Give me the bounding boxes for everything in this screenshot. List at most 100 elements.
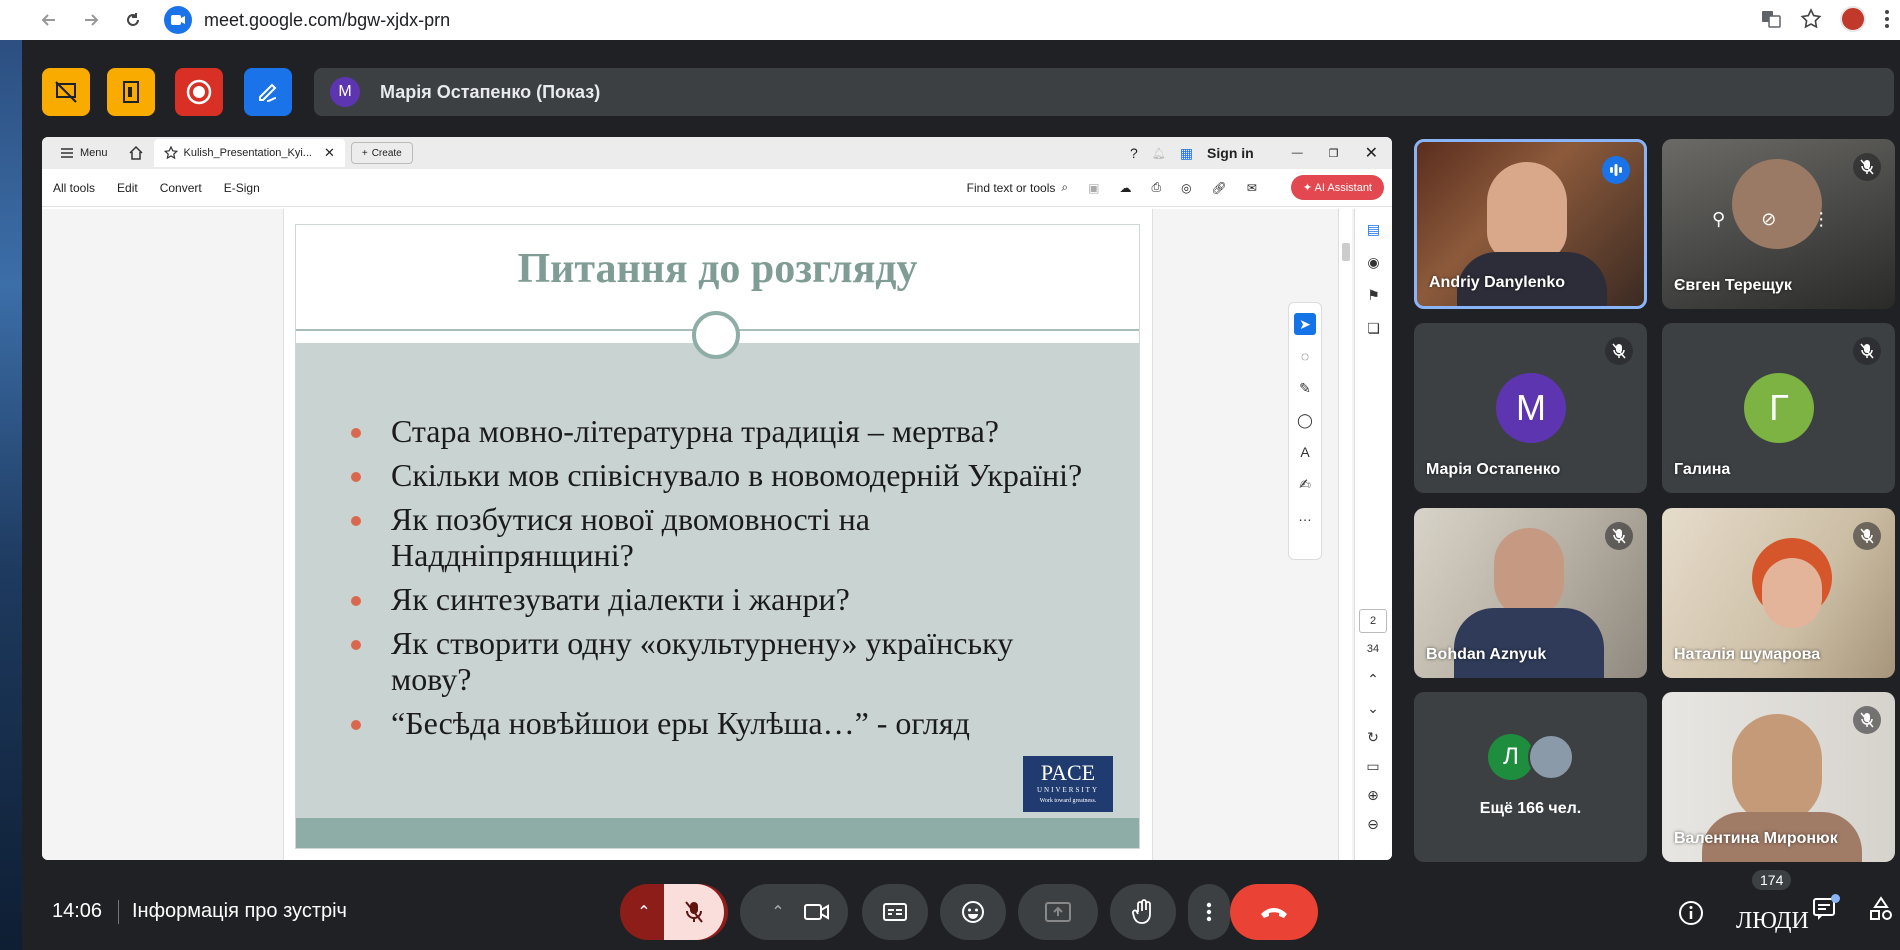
select-cursor-icon[interactable]: ➤: [1294, 313, 1316, 335]
participant-tile-halyna[interactable]: Г Галина: [1662, 323, 1895, 493]
participant-tile-mariia[interactable]: M Марія Остапенко: [1414, 323, 1647, 493]
mic-off-icon: [1612, 343, 1626, 359]
mic-off-icon: [1612, 528, 1626, 544]
divider: [118, 900, 119, 924]
zoom-in-icon[interactable]: ⊕: [1367, 787, 1379, 804]
current-page-field[interactable]: 2: [1359, 609, 1387, 633]
email-icon[interactable]: ✉︎: [1247, 181, 1257, 195]
participant-name: Галина: [1674, 461, 1731, 478]
rotate-icon[interactable]: ↻: [1367, 729, 1379, 746]
participant-tile-bohdan[interactable]: Bohdan Aznyuk: [1414, 508, 1647, 678]
upload-cloud-icon[interactable]: ☁︎: [1119, 181, 1131, 195]
vertical-scrollbar[interactable]: [1338, 209, 1352, 860]
reload-button[interactable]: [118, 5, 148, 35]
toolbar-edit[interactable]: Edit: [117, 181, 138, 195]
stop-presenting-button[interactable]: [42, 68, 90, 116]
document-tab[interactable]: Kulish_Presentation_Kyi... ✕: [153, 139, 345, 167]
home-button[interactable]: [118, 139, 154, 167]
mic-group: ⌃: [620, 884, 728, 940]
sign-pen-icon[interactable]: ✍: [1294, 473, 1316, 495]
page-down-icon[interactable]: ⌄: [1367, 700, 1379, 717]
star-icon[interactable]: [163, 146, 178, 160]
more-tools-icon[interactable]: …: [1294, 505, 1316, 527]
restore-icon[interactable]: ❐: [1329, 147, 1339, 160]
present-screen-button[interactable]: [1018, 884, 1098, 940]
translate-icon[interactable]: [1760, 8, 1782, 30]
forward-button[interactable]: [76, 5, 106, 35]
scrollbar-thumb[interactable]: [1342, 243, 1350, 261]
microphone-toggle[interactable]: [664, 884, 724, 940]
participant-tile-valentyna[interactable]: Валентина Миронюк: [1662, 692, 1895, 862]
edit-pdf-icon[interactable]: ▤: [1367, 221, 1380, 238]
mic-off-icon: [685, 901, 703, 923]
lasso-icon[interactable]: ◯: [1294, 409, 1316, 431]
zoom-out-icon[interactable]: ⊖: [1367, 816, 1379, 833]
participant-tile-andriy[interactable]: Andriy Danylenko: [1414, 139, 1647, 309]
home-icon: [129, 145, 143, 160]
close-window-icon[interactable]: ✕: [1365, 143, 1378, 163]
print-icon[interactable]: ⎙: [1151, 180, 1161, 195]
pages-panel-icon[interactable]: ❏: [1367, 320, 1380, 337]
more-options-icon[interactable]: ⋮: [1812, 209, 1830, 230]
meet-control-bar: 14:06 Інформація про зустріч ⌃ ⌃ 174 ЛЮД…: [22, 870, 1900, 950]
back-button[interactable]: [34, 5, 64, 35]
toolbar-all-tools[interactable]: All tools: [53, 181, 95, 195]
people-button[interactable]: ЛЮДИ: [1736, 908, 1809, 935]
bookmark-star-icon[interactable]: [1800, 8, 1822, 30]
sign-in-link[interactable]: Sign in: [1207, 145, 1254, 161]
mute-participant-icon[interactable]: ⊘: [1761, 209, 1776, 230]
pin-icon[interactable]: ⚲: [1712, 209, 1725, 230]
text-box-icon[interactable]: A: [1294, 441, 1316, 463]
leave-call-button[interactable]: [1230, 884, 1318, 940]
toolbar-convert[interactable]: Convert: [160, 181, 202, 195]
clock: 14:06: [52, 900, 103, 922]
close-tab-icon[interactable]: ✕: [324, 145, 335, 161]
meeting-details-button[interactable]: [1678, 900, 1704, 931]
link-icon[interactable]: 🔗︎: [1212, 181, 1227, 195]
bookmarks-icon[interactable]: ⚑: [1367, 287, 1380, 304]
captions-button[interactable]: [862, 884, 928, 940]
video-options-button[interactable]: ⌃: [758, 902, 798, 922]
address-bar[interactable]: meet.google.com/bgw-xjdx-prn: [160, 3, 1820, 37]
share-people-icon[interactable]: ◎: [1181, 181, 1191, 195]
help-icon[interactable]: ?: [1130, 145, 1138, 161]
participant-tile-nataliia[interactable]: Наталія шумарова: [1662, 508, 1895, 678]
meet-top-bar: M Марія Остапенко (Показ): [22, 40, 1900, 140]
apps-grid-icon[interactable]: ▦: [1180, 145, 1193, 162]
fit-page-icon[interactable]: ▭: [1366, 758, 1379, 775]
toolbar-esign[interactable]: E-Sign: [224, 181, 260, 195]
meeting-info-link[interactable]: Інформація про зустріч: [132, 900, 347, 923]
activities-button[interactable]: [1868, 896, 1894, 927]
participant-name: Bohdan Aznyuk: [1426, 646, 1547, 663]
participant-avatar: M: [1496, 373, 1566, 443]
participant-tile-yevhen[interactable]: ⚲ ⊘ ⋮ Євген Терещук: [1662, 139, 1895, 309]
notification-bell-icon[interactable]: 🔔︎: [1152, 147, 1166, 160]
create-button[interactable]: + Create: [350, 142, 413, 164]
whiteboard-button[interactable]: [244, 68, 292, 116]
comments-panel-icon[interactable]: ◉: [1367, 254, 1379, 271]
more-vertical-icon[interactable]: [1884, 8, 1890, 30]
slide-bullet: “Бесѣда новѣйшои еры Кулѣша…” - огляд: [351, 705, 1099, 741]
slide-title: Питання до розгляду: [517, 246, 918, 292]
total-pages: 34: [1366, 643, 1380, 655]
reactions-button[interactable]: [940, 884, 1006, 940]
audio-options-button[interactable]: ⌃: [624, 902, 664, 922]
more-options-button[interactable]: [1188, 884, 1230, 940]
participant-tile-more[interactable]: Л Ещё 166 чел.: [1414, 692, 1647, 862]
highlight-pen-icon[interactable]: ✎: [1294, 377, 1316, 399]
comment-icon[interactable]: ◌: [1294, 345, 1316, 367]
acrobat-menu-button[interactable]: Menu: [50, 139, 118, 167]
minimize-icon[interactable]: —: [1292, 147, 1303, 159]
save-icon[interactable]: ▣: [1088, 181, 1099, 195]
ai-assistant-button[interactable]: ✦ AI Assistant: [1290, 175, 1384, 200]
raise-hand-button[interactable]: [1110, 884, 1176, 940]
record-button[interactable]: [175, 68, 223, 116]
breakout-rooms-button[interactable]: [107, 68, 155, 116]
find-field[interactable]: Find text or tools ⌕: [967, 180, 1068, 195]
captions-icon: [883, 903, 907, 921]
chat-button[interactable]: [1812, 894, 1840, 927]
page-up-icon[interactable]: ⌃: [1367, 671, 1379, 688]
camera-icon[interactable]: [804, 902, 830, 922]
profile-avatar[interactable]: [1840, 6, 1866, 32]
presenter-banner: M Марія Остапенко (Показ): [314, 68, 1894, 116]
